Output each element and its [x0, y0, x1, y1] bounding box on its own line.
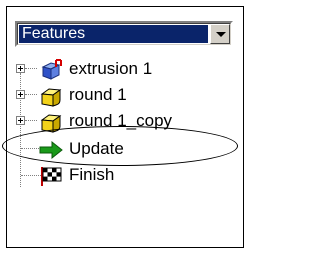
- extrusion-icon: [41, 59, 62, 80]
- tree-item-label: round 1: [69, 85, 127, 104]
- expand-plus-icon[interactable]: [16, 90, 25, 99]
- tree-item-update[interactable]: Update: [7, 137, 237, 163]
- tree-item-label: extrusion 1: [69, 59, 153, 78]
- tree-item-label: round 1_copy: [69, 111, 173, 130]
- round-icon: [40, 88, 62, 107]
- expand-plus-icon[interactable]: [16, 116, 25, 125]
- dropdown-selected-value: Features: [19, 25, 208, 43]
- tree-item-label: Update: [69, 139, 124, 158]
- chevron-down-icon[interactable]: [210, 24, 230, 44]
- round-icon: [40, 114, 62, 133]
- features-panel: Features extrusion 1 round 1 round 1_cop…: [6, 6, 244, 248]
- finish-flag-icon: [41, 167, 62, 186]
- feature-tree: extrusion 1 round 1 round 1_copy Update …: [7, 57, 243, 247]
- update-arrow-icon: [39, 140, 63, 160]
- panel-header: Features: [7, 7, 243, 57]
- tree-item-label: Finish: [69, 165, 115, 184]
- tree-item-round-1[interactable]: round 1: [7, 83, 237, 109]
- expand-plus-icon[interactable]: [16, 64, 25, 73]
- tree-item-finish[interactable]: Finish: [7, 163, 237, 189]
- tree-item-round-1-copy[interactable]: round 1_copy: [7, 109, 237, 135]
- features-dropdown[interactable]: Features: [15, 21, 233, 47]
- tree-item-extrusion-1[interactable]: extrusion 1: [7, 57, 237, 83]
